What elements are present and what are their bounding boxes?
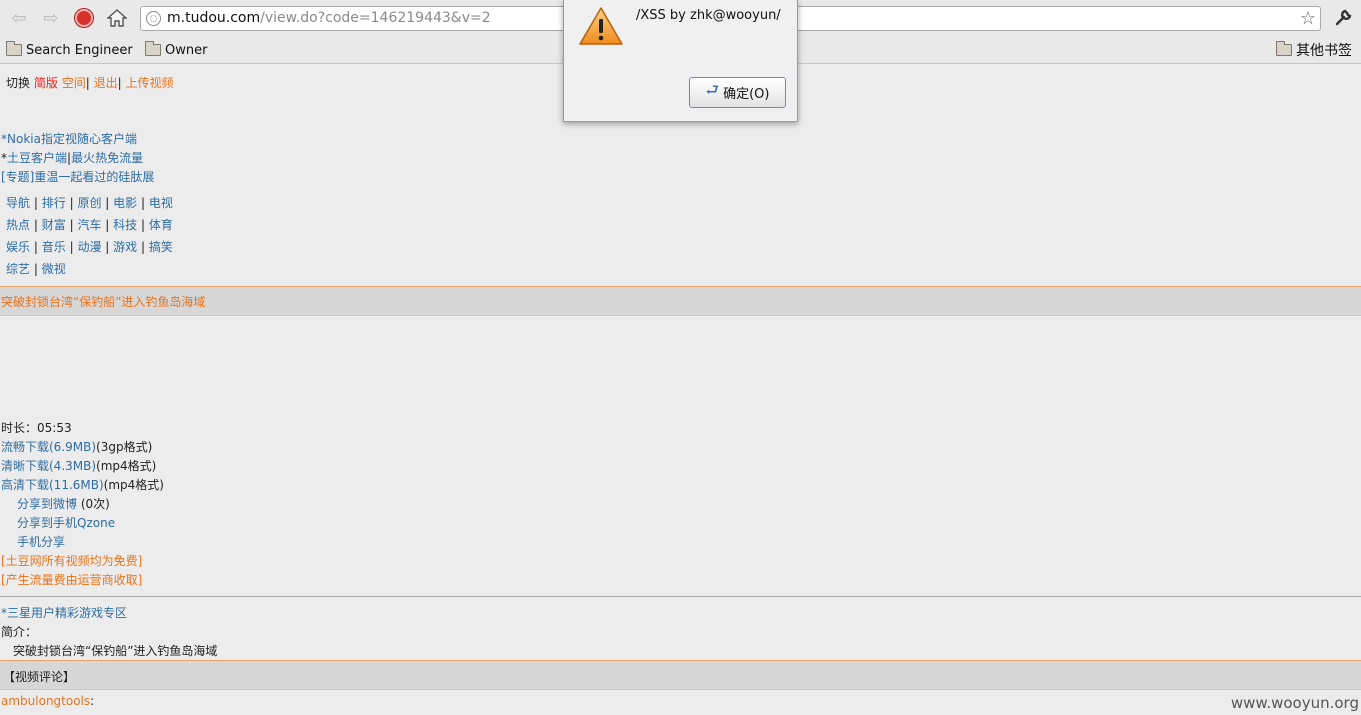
url-path: /view.do?code=146219443&v=2 <box>260 10 491 26</box>
category-row: 热点 | 财富 | 汽车 | 科技 | 体育 <box>6 218 173 232</box>
ok-button[interactable]: ⮐ 确定(O) <box>689 77 786 108</box>
page-content: 切换 简版 空间| 退出| 上传视频 *Nokia指定视随心客户端 *土豆客户端… <box>0 65 1361 715</box>
return-icon: ⮐ <box>705 81 720 99</box>
category-link[interactable]: 娱乐 <box>6 240 30 254</box>
upload-video-link[interactable]: 上传视频 <box>125 76 173 90</box>
category-link[interactable]: 排行 <box>42 196 66 210</box>
logout-link[interactable]: 退出 <box>94 76 118 90</box>
download-smooth-link[interactable]: 流畅下载(6.9MB) <box>1 440 96 454</box>
category-link[interactable]: 微视 <box>42 262 66 276</box>
share-weibo-count: (0次) <box>77 497 110 511</box>
download-row: 清晰下载(4.3MB)(mp4格式) <box>1 459 156 474</box>
category-link[interactable]: 电影 <box>113 196 137 210</box>
simple-version-link[interactable]: 简版 <box>34 76 58 90</box>
back-arrow-icon: ⇦ <box>11 7 27 29</box>
comments-band: 【视频评论】 <box>0 660 1361 690</box>
space-link[interactable]: 空间 <box>62 76 86 90</box>
bookmark-label: 其他书签 <box>1296 43 1352 59</box>
samsung-promo-link[interactable]: *三星用户精彩游戏专区 <box>1 606 127 621</box>
headline-band: 突破封锁台湾“保钓船”进入钓鱼岛海域 <box>0 286 1361 316</box>
warning-icon <box>579 7 623 45</box>
category-link[interactable]: 搞笑 <box>149 240 173 254</box>
category-row: 娱乐 | 音乐 | 动漫 | 游戏 | 搞笑 <box>6 240 173 254</box>
commenter-link[interactable]: ambulongtools <box>1 694 90 708</box>
category-row: 导航 | 排行 | 原创 | 电影 | 电视 <box>6 196 173 210</box>
category-link[interactable]: 综艺 <box>6 262 30 276</box>
category-link[interactable]: 动漫 <box>77 240 101 254</box>
fee-notice-link[interactable]: [产生流量费由运营商收取] <box>1 573 142 588</box>
category-row: 综艺 | 微视 <box>6 262 66 276</box>
bookmark-label: Search Engineer <box>26 42 133 58</box>
promo-hot-link[interactable]: 最火热免流量 <box>71 151 143 165</box>
divider <box>0 596 1361 597</box>
category-link[interactable]: 体育 <box>149 218 173 232</box>
url-text[interactable]: m.tudou.com/view.do?code=146219443&v=2 <box>167 10 491 26</box>
forward-button[interactable]: ⇨ <box>39 6 63 30</box>
video-headline-link[interactable]: 突破封锁台湾“保钓船”进入钓鱼岛海域 <box>1 293 205 310</box>
category-link[interactable]: 电视 <box>149 196 173 210</box>
other-bookmarks[interactable]: 其他书签 <box>1276 41 1352 59</box>
download-row: 高清下载(11.6MB)(mp4格式) <box>1 478 164 493</box>
category-link[interactable]: 游戏 <box>113 240 137 254</box>
category-link[interactable]: 科技 <box>113 218 137 232</box>
free-notice-link[interactable]: [土豆网所有视频均为免费] <box>1 554 142 569</box>
switch-label: 切换 <box>6 76 31 90</box>
download-row: 流畅下载(6.9MB)(3gp格式) <box>1 440 152 455</box>
share-weibo-row: 分享到微博 (0次) <box>17 497 110 512</box>
promo-client-link[interactable]: 土豆客户端 <box>7 151 67 165</box>
category-link[interactable]: 财富 <box>42 218 66 232</box>
page-info-icon[interactable]: ◌ <box>146 11 161 26</box>
url-host: m.tudou.com <box>167 10 261 26</box>
bookmark-owner[interactable]: Owner <box>145 41 207 59</box>
share-qzone-link[interactable]: 分享到手机Qzone <box>17 516 115 531</box>
wrench-menu-icon[interactable] <box>1331 6 1355 30</box>
ok-label: 确定(O) <box>723 87 770 102</box>
folder-icon <box>6 41 22 56</box>
comment-row: ambulongtools: <box>1 694 94 709</box>
category-link[interactable]: 导航 <box>6 196 30 210</box>
category-link[interactable]: 热点 <box>6 218 30 232</box>
stop-button[interactable] <box>72 6 96 30</box>
intro-text: 突破封锁台湾“保钓船”进入钓鱼岛海域 <box>13 644 218 658</box>
download-hd-link[interactable]: 高清下载(11.6MB) <box>1 478 104 492</box>
back-button[interactable]: ⇦ <box>7 6 31 30</box>
category-link[interactable]: 汽车 <box>77 218 101 232</box>
commenter-colon: : <box>90 694 95 708</box>
category-link[interactable]: 音乐 <box>42 240 66 254</box>
folder-icon <box>1276 41 1292 56</box>
folder-icon <box>145 41 161 56</box>
download-clear-link[interactable]: 清晰下载(4.3MB) <box>1 459 96 473</box>
bookmark-star-icon[interactable]: ☆ <box>1300 8 1316 29</box>
comments-title: 【视频评论】 <box>3 670 76 684</box>
home-button[interactable] <box>105 6 129 30</box>
bookmark-search-engineer[interactable]: Search Engineer <box>6 41 133 59</box>
promo-client-line: *土豆客户端|最火热免流量 <box>1 151 144 165</box>
watermark: www.wooyun.org <box>1230 694 1359 712</box>
stop-icon <box>75 9 93 27</box>
home-icon <box>107 9 127 27</box>
download-format: (mp4格式) <box>96 459 157 473</box>
alert-dialog: /XSS by zhk@wooyun/ ⮐ 确定(O) <box>563 0 798 122</box>
intro-label: 简介： <box>1 625 38 639</box>
promo-nokia-link[interactable]: *Nokia指定视随心客户端 <box>1 132 137 147</box>
download-format: (3gp格式) <box>96 440 153 454</box>
category-link[interactable]: 原创 <box>77 196 101 210</box>
share-mobile-link[interactable]: 手机分享 <box>17 535 65 550</box>
alert-message: /XSS by zhk@wooyun/ <box>636 8 781 23</box>
forward-arrow-icon: ⇨ <box>43 7 59 29</box>
share-weibo-link[interactable]: 分享到微博 <box>17 497 77 511</box>
promo-topic-link[interactable]: [专题]重温一起看过的硅肽展 <box>1 170 154 185</box>
top-nav: 切换 简版 空间| 退出| 上传视频 <box>6 76 174 90</box>
video-duration: 时长：05:53 <box>1 421 72 435</box>
bookmark-label: Owner <box>165 42 208 58</box>
download-format: (mp4格式) <box>103 478 164 492</box>
